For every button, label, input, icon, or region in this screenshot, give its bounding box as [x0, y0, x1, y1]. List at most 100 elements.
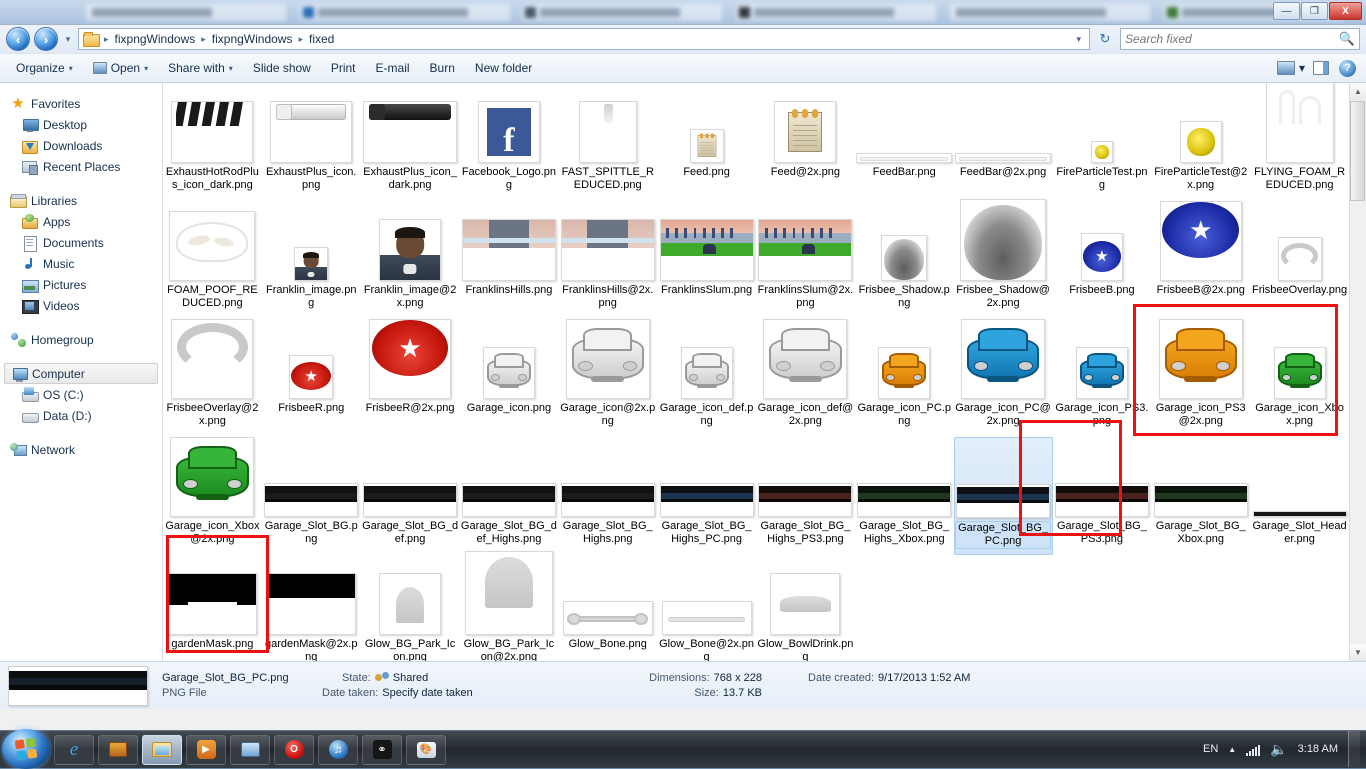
help-icon[interactable]: ?	[1339, 60, 1356, 77]
burn-button[interactable]: Burn	[420, 57, 465, 79]
sidebar-item-videos[interactable]: Videos	[0, 295, 162, 316]
file-item[interactable]: FranklinsSlum.png	[657, 201, 756, 319]
show-desktop-button[interactable]	[1348, 731, 1360, 767]
file-item[interactable]: Garage_Slot_BG_Highs_Xbox.png	[855, 437, 954, 555]
file-item[interactable]: FireParticleTest.png	[1053, 83, 1152, 201]
file-item[interactable]: Frisbee_Shadow@2x.png	[954, 201, 1053, 319]
file-item[interactable]: Garage_Slot_BG_PS3.png	[1053, 437, 1152, 555]
file-item[interactable]: ExhaustPlus_icon.png	[262, 83, 361, 201]
history-dropdown-icon[interactable]: ▾	[62, 34, 74, 45]
file-item[interactable]: Garage_icon_PC.png	[855, 319, 954, 437]
breadcrumb-item-1[interactable]: fixpngWindows	[209, 32, 296, 46]
sidebar-item-documents[interactable]: Documents	[0, 232, 162, 253]
file-item[interactable]: Garage_Slot_BG.png	[262, 437, 361, 555]
breadcrumb-item-2[interactable]: fixed	[306, 32, 337, 46]
file-item[interactable]: ExhaustPlus_icon_dark.png	[361, 83, 460, 201]
file-item[interactable]: FLYING_FOAM_REDUCED.png	[1250, 83, 1349, 201]
organize-button[interactable]: Organize ▾	[6, 57, 83, 79]
sidebar-item-data-drive[interactable]: Data (D:)	[0, 405, 162, 426]
address-dropdown-icon[interactable]: ▾	[1070, 34, 1087, 45]
sidebar-item-pictures[interactable]: Pictures	[0, 274, 162, 295]
file-item[interactable]: Garage_Slot_BG_def.png	[361, 437, 460, 555]
email-button[interactable]: E-mail	[366, 57, 420, 79]
file-item[interactable]: Glow_Bone@2x.png	[657, 555, 756, 661]
file-list-pane[interactable]: ExhaustHotRodPlus_icon_dark.png ExhaustP…	[163, 83, 1366, 661]
share-with-button[interactable]: Share with ▾	[158, 57, 243, 79]
file-item[interactable]: Glow_BowlDrink.png	[756, 555, 855, 661]
scrollbar-thumb[interactable]	[1350, 101, 1365, 201]
search-input[interactable]	[1125, 32, 1339, 46]
file-item[interactable]: Garage_icon@2x.png	[558, 319, 657, 437]
file-item[interactable]: Franklin_image.png	[262, 201, 361, 319]
file-item[interactable]: ★FrisbeeB@2x.png	[1151, 201, 1250, 319]
change-view-icon[interactable]	[1277, 61, 1295, 75]
preview-pane-icon[interactable]	[1313, 61, 1329, 75]
file-item[interactable]: Garage_Slot_BG_PC.png	[954, 437, 1053, 555]
file-item[interactable]: FrisbeeOverlay@2x.png	[163, 319, 262, 437]
file-item[interactable]: FeedBar@2x.png	[954, 83, 1053, 201]
file-item[interactable]: ★FrisbeeB.png	[1053, 201, 1152, 319]
sidebar-item-recent-places[interactable]: Recent Places	[0, 156, 162, 177]
file-item[interactable]: Glow_Bone.png	[558, 555, 657, 661]
address-breadcrumb-bar[interactable]: ▸ fixpngWindows ▸ fixpngWindows ▸ fixed …	[78, 28, 1090, 50]
file-item[interactable]: FranklinsHills.png	[460, 201, 559, 319]
taskbar-internet-explorer[interactable]: e	[54, 735, 94, 765]
refresh-button[interactable]: ↻	[1094, 28, 1116, 50]
forward-button[interactable]: ›	[34, 27, 58, 51]
volume-icon[interactable]: 🔈	[1270, 741, 1287, 758]
sidebar-item-network[interactable]: Network	[0, 439, 162, 460]
taskbar-windows-explorer[interactable]	[142, 735, 182, 765]
sidebar-item-homegroup[interactable]: Homegroup	[0, 329, 162, 350]
file-item[interactable]: ExhaustHotRodPlus_icon_dark.png	[163, 83, 262, 201]
taskbar-steam[interactable]: ⚭	[362, 735, 402, 765]
sidebar-item-apps[interactable]: Apps	[0, 211, 162, 232]
file-item[interactable]: Garage_icon_Xbox@2x.png	[163, 437, 262, 555]
file-item[interactable]: Garage_icon_PS3@2x.png	[1151, 319, 1250, 437]
file-item[interactable]: FireParticleTest@2x.png	[1151, 83, 1250, 201]
show-hidden-icons-button[interactable]: ▲	[1228, 745, 1236, 754]
start-button[interactable]	[2, 729, 50, 769]
clock[interactable]: 3:18 AM	[1298, 743, 1338, 755]
file-item[interactable]: FeedBar.png	[855, 83, 954, 201]
restore-button[interactable]: ❐	[1301, 2, 1328, 20]
file-item[interactable]: ★FrisbeeR@2x.png	[361, 319, 460, 437]
search-box[interactable]: 🔍	[1120, 28, 1360, 50]
vertical-scrollbar[interactable]: ▲ ▼	[1349, 83, 1366, 661]
file-item[interactable]: Garage_icon_PC@2x.png	[954, 319, 1053, 437]
window-controls[interactable]: — ❐ X	[1273, 2, 1362, 20]
breadcrumb-separator[interactable]: ▸	[200, 34, 207, 45]
file-item[interactable]: FrisbeeOverlay.png	[1250, 201, 1349, 319]
file-item[interactable]: Garage_icon_Xbox.png	[1250, 319, 1349, 437]
breadcrumb-item-0[interactable]: fixpngWindows	[112, 32, 199, 46]
chevron-down-icon[interactable]: ▾	[1299, 61, 1305, 75]
file-item[interactable]: ★FrisbeeR.png	[262, 319, 361, 437]
breadcrumb-separator[interactable]: ▸	[297, 34, 304, 45]
taskbar-opera-browser[interactable]: O	[274, 735, 314, 765]
taskbar-media-player[interactable]: ▶	[186, 735, 226, 765]
close-button[interactable]: X	[1329, 2, 1362, 20]
file-item[interactable]: Garage_icon.png	[460, 319, 559, 437]
sidebar-item-os-drive[interactable]: OS (C:)	[0, 384, 162, 405]
file-item[interactable]: Garage_Slot_BG_Highs.png	[558, 437, 657, 555]
sidebar-item-libraries[interactable]: Libraries	[0, 190, 162, 211]
scroll-up-button[interactable]: ▲	[1350, 83, 1366, 100]
new-folder-button[interactable]: New folder	[465, 57, 542, 79]
breadcrumb-separator[interactable]: ▸	[103, 34, 110, 45]
sidebar-item-downloads[interactable]: Downloads	[0, 135, 162, 156]
taskbar-picture-viewer[interactable]	[98, 735, 138, 765]
slide-show-button[interactable]: Slide show	[243, 57, 321, 79]
taskbar-paint[interactable]: 🎨	[406, 735, 446, 765]
file-item[interactable]: Franklin_image@2x.png	[361, 201, 460, 319]
language-indicator[interactable]: EN	[1203, 743, 1218, 755]
file-item[interactable]: Garage_icon_PS3.png	[1053, 319, 1152, 437]
sidebar-item-computer[interactable]: Computer	[4, 363, 158, 384]
open-button[interactable]: Open ▾	[83, 57, 158, 79]
taskbar-itunes[interactable]: ♫	[318, 735, 358, 765]
sidebar-item-favorites[interactable]: ★ Favorites	[0, 93, 162, 114]
file-item[interactable]: FranklinsHills@2x.png	[558, 201, 657, 319]
file-item[interactable]: Frisbee_Shadow.png	[855, 201, 954, 319]
sidebar-item-desktop[interactable]: Desktop	[0, 114, 162, 135]
date-taken-value[interactable]: Specify date taken	[382, 687, 473, 699]
file-item[interactable]: Glow_BG_Park_Icon.png	[361, 555, 460, 661]
taskbar-monitor-app[interactable]	[230, 735, 270, 765]
